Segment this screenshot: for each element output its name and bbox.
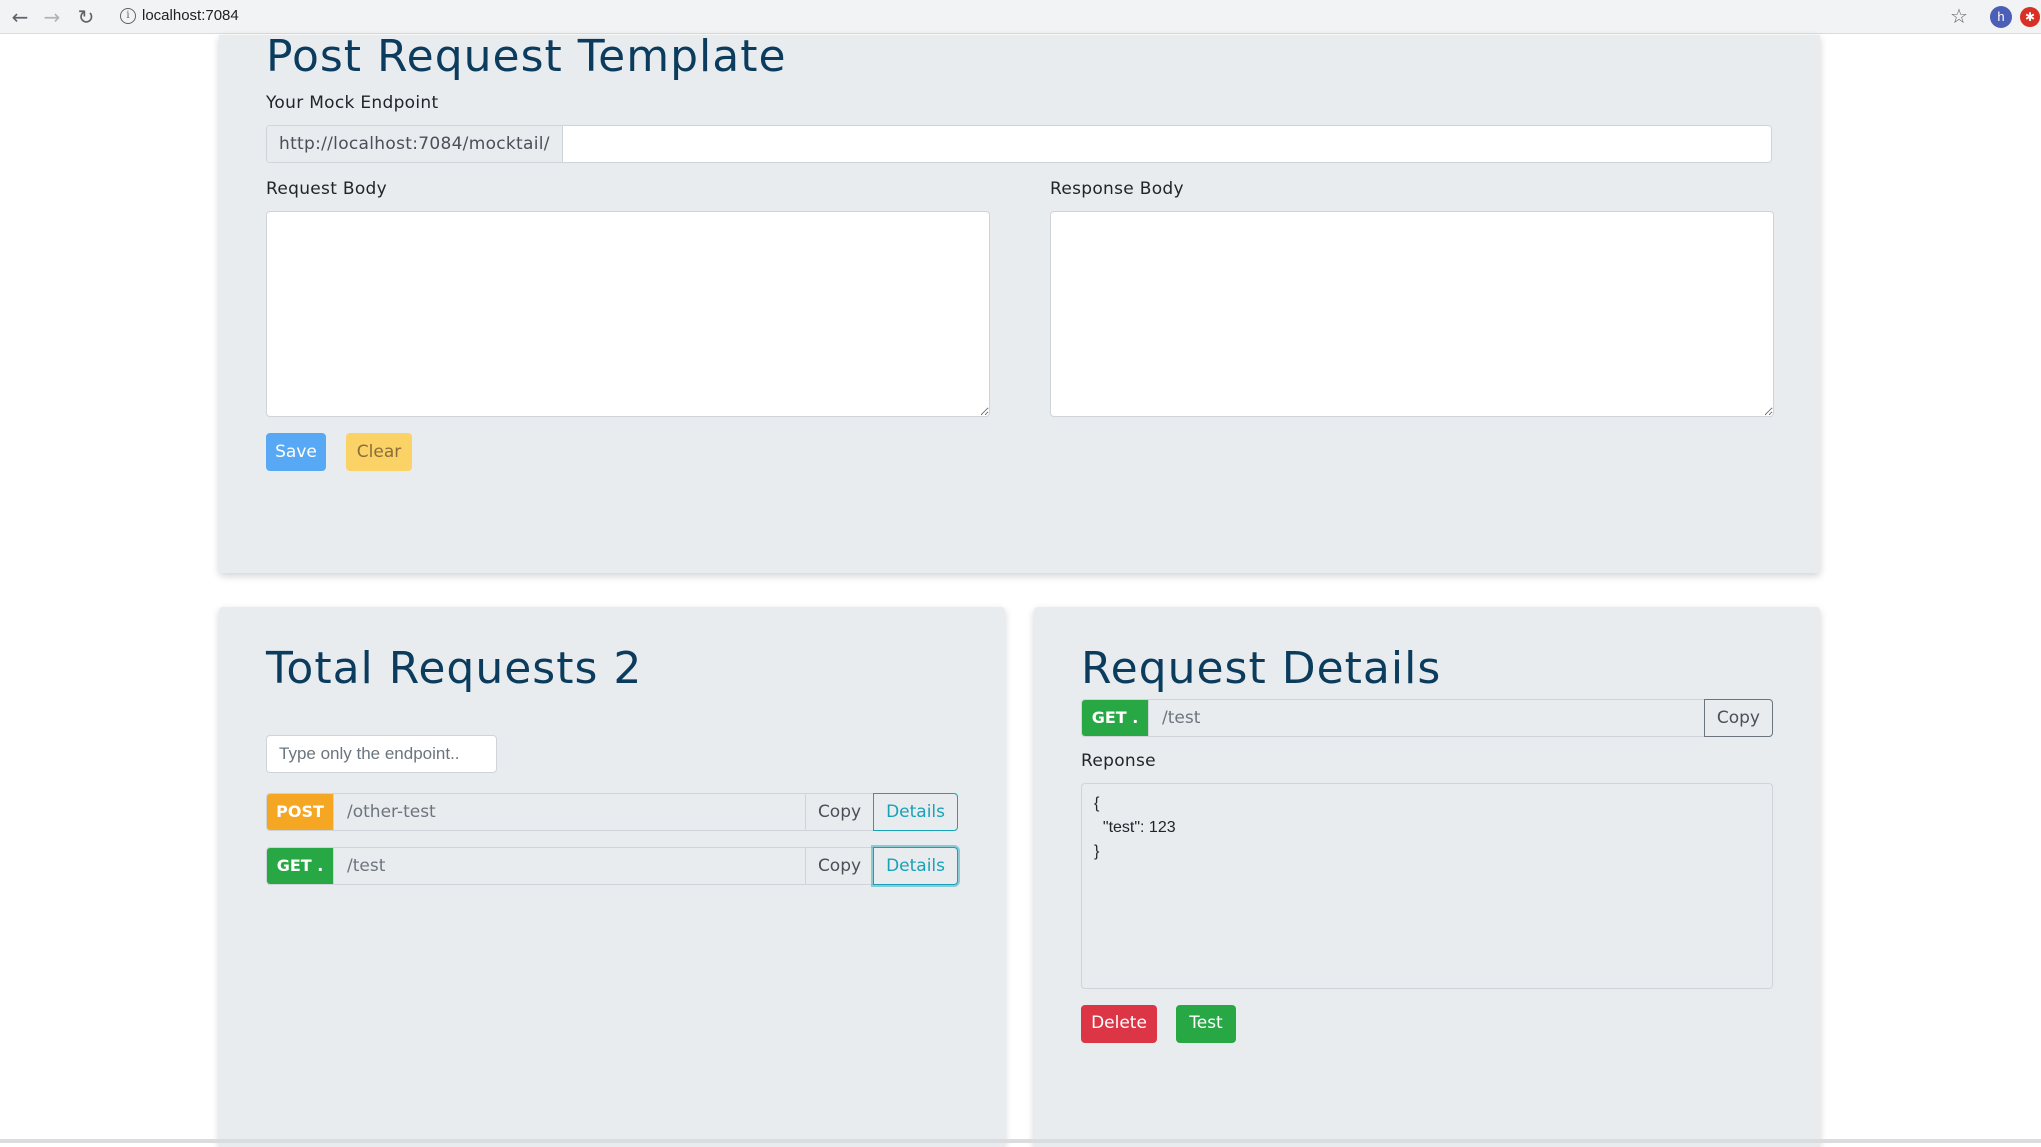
delete-button[interactable]: Delete xyxy=(1081,1005,1157,1043)
requests-list-card: Total Requests 2 POST /other-test Copy D… xyxy=(219,607,1005,1147)
copy-button[interactable]: Copy xyxy=(804,794,874,830)
copy-button[interactable]: Copy xyxy=(1703,699,1773,737)
request-row-post: POST /other-test Copy Details xyxy=(266,793,958,831)
requests-title: Total Requests 2 xyxy=(266,643,643,694)
request-body-label: Request Body xyxy=(266,179,387,199)
address-bar-url[interactable]: localhost:7084 xyxy=(142,6,239,26)
request-row-get: GET . /test Copy Details xyxy=(266,847,958,885)
details-title: Request Details xyxy=(1081,643,1442,694)
copy-button[interactable]: Copy xyxy=(804,848,874,884)
method-badge-post: POST xyxy=(267,794,333,830)
details-path: /test xyxy=(1148,700,1704,736)
endpoint-prefix: http://localhost:7084/mocktail/ xyxy=(267,126,563,162)
page-content: Post Request Template Your Mock Endpoint… xyxy=(0,31,2041,1147)
method-badge-get: GET . xyxy=(1082,700,1148,736)
bookmark-star-icon[interactable]: ☆ xyxy=(1950,4,1968,28)
endpoint-input[interactable] xyxy=(562,126,1771,162)
response-label: Reponse xyxy=(1081,751,1156,771)
method-badge-get: GET . xyxy=(267,848,333,884)
site-info-icon[interactable]: i xyxy=(120,8,136,24)
save-button[interactable]: Save xyxy=(266,433,326,471)
response-body-label: Response Body xyxy=(1050,179,1184,199)
details-button[interactable]: Details xyxy=(873,793,958,831)
reload-icon[interactable]: ↻ xyxy=(74,5,98,29)
forward-arrow-icon[interactable]: → xyxy=(40,5,64,29)
post-request-template-card: Post Request Template Your Mock Endpoint… xyxy=(219,31,1820,573)
extension-icon[interactable]: ✱ xyxy=(2020,7,2040,27)
request-path: /test xyxy=(333,848,805,884)
response-body-textarea[interactable] xyxy=(1050,211,1774,417)
page-title: Post Request Template xyxy=(266,31,787,82)
endpoint-input-group: http://localhost:7084/mocktail/ xyxy=(266,125,1772,163)
request-details-card: Request Details GET . /test Copy Reponse… xyxy=(1034,607,1820,1147)
request-path: /other-test xyxy=(333,794,805,830)
profile-avatar[interactable]: h xyxy=(1990,6,2012,28)
details-endpoint-row: GET . /test Copy xyxy=(1081,699,1773,737)
response-body-display: { "test": 123 } xyxy=(1081,783,1773,989)
test-button[interactable]: Test xyxy=(1176,1005,1236,1043)
clear-button[interactable]: Clear xyxy=(346,433,412,471)
horizontal-scrollbar[interactable] xyxy=(0,1139,2041,1143)
back-arrow-icon[interactable]: ← xyxy=(8,5,32,29)
request-body-textarea[interactable] xyxy=(266,211,990,417)
endpoint-search-input[interactable] xyxy=(266,735,497,773)
details-button[interactable]: Details xyxy=(873,847,958,885)
browser-toolbar: ← → ↻ i localhost:7084 ☆ h ✱ xyxy=(0,0,2041,34)
address-bar[interactable] xyxy=(110,3,1950,31)
endpoint-label: Your Mock Endpoint xyxy=(266,93,439,113)
